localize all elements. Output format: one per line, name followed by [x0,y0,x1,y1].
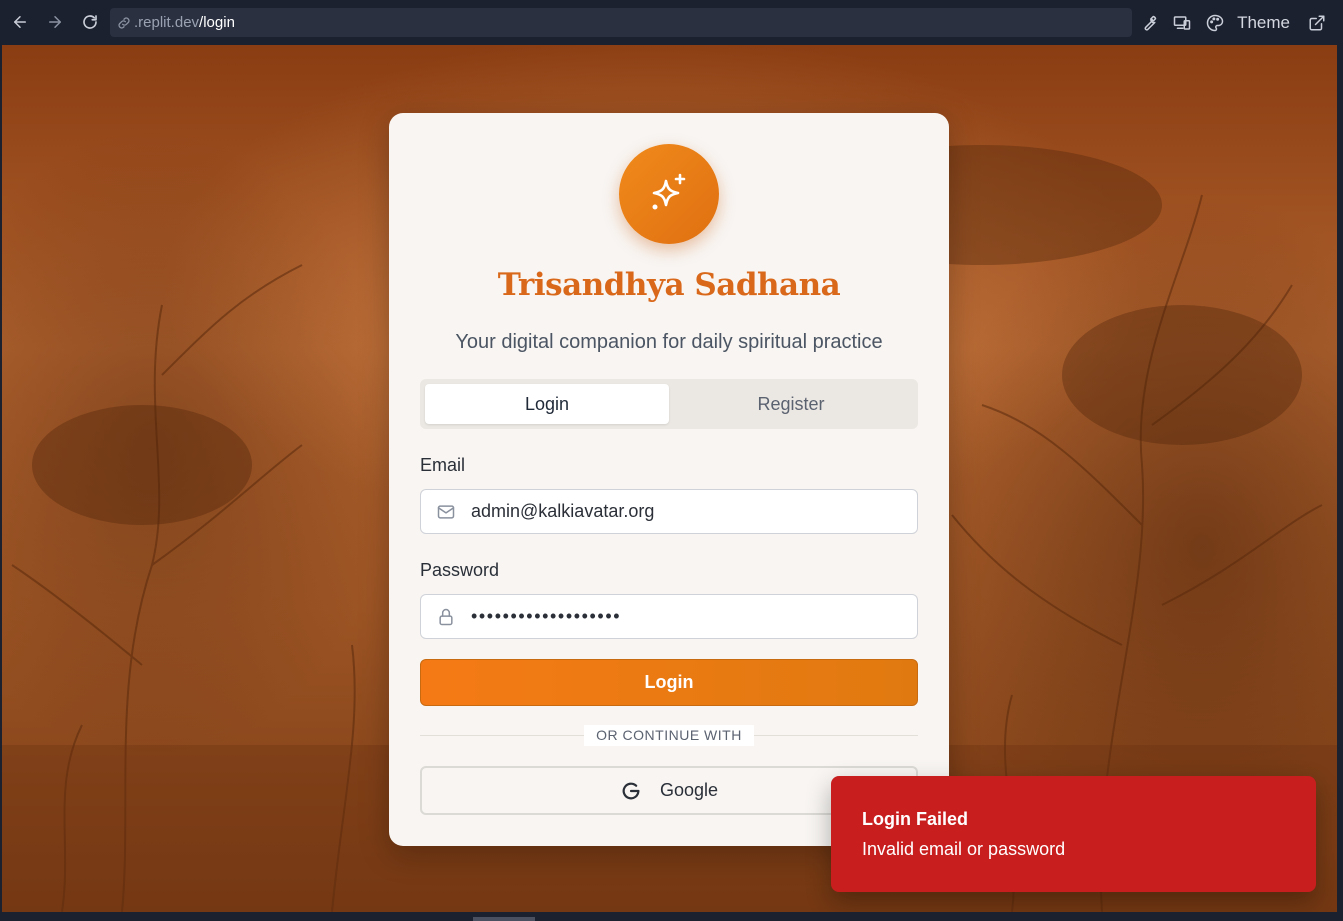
error-toast[interactable]: Login Failed Invalid email or password [831,776,1316,892]
google-button-label: Google [659,780,719,800]
app-logo [619,144,719,244]
password-field[interactable]: ••••••••••••••••••• [420,594,918,639]
tab-login[interactable]: Login [425,384,669,424]
app-title: Trisandhya Sadhana [497,267,841,303]
login-card: Trisandhya Sadhana Your digital companio… [389,113,949,846]
app-subtitle: Your digital companion for daily spiritu… [455,331,883,353]
link-icon [116,15,132,31]
email-label: Email [420,455,466,475]
url-host: .replit.dev [134,14,200,31]
toast-description: Invalid email or password [862,839,1066,859]
lock-icon [436,607,456,627]
email-field[interactable]: admin@kalkiavatar.org [420,489,918,534]
google-icon [620,780,642,802]
bottom-bar [0,912,1343,921]
url-bar[interactable]: .replit.dev/login [110,8,1132,37]
login-button[interactable]: Login [420,659,918,706]
external-link-icon[interactable] [1300,6,1333,40]
auth-tabs: Login Register [420,379,918,429]
wrench-icon[interactable] [1132,6,1165,40]
toast-title: Login Failed [862,809,968,829]
divider-text: OR CONTINUE WITH [584,725,754,746]
theme-label[interactable]: Theme [1237,13,1290,33]
sparkles-icon [652,173,686,210]
password-value: ••••••••••••••••••• [471,606,622,626]
devices-icon[interactable] [1165,6,1198,40]
toolbar-actions: Theme [1132,0,1343,45]
mail-icon [436,502,456,522]
browser-toolbar: .replit.dev/login Theme [0,0,1343,45]
email-value: admin@kalkiavatar.org [471,501,655,521]
tab-register[interactable]: Register [669,384,913,424]
bottom-scroll-handle[interactable] [473,917,535,921]
palette-icon[interactable] [1198,6,1231,40]
url-path: /login [199,14,235,31]
reload-icon[interactable] [73,5,107,39]
password-label: Password [420,560,500,580]
back-arrow-icon[interactable] [3,5,37,39]
forward-arrow-icon[interactable] [38,5,72,39]
